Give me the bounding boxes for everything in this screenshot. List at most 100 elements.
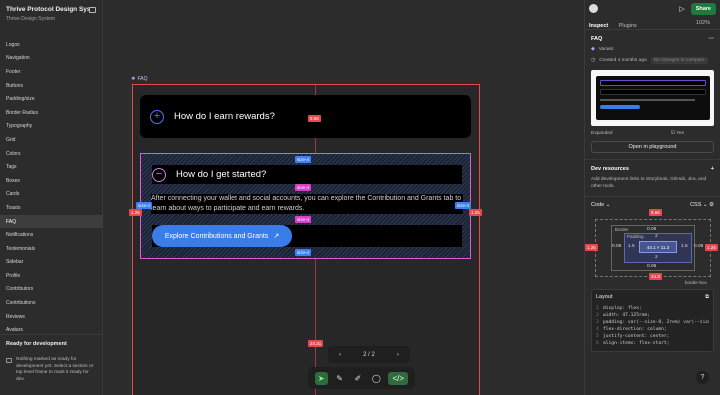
bottom-measure-tag: 24.31 xyxy=(308,340,324,347)
sidebar-item-footer[interactable]: Footer xyxy=(0,65,103,79)
box-model: 9.56 Border 0.06 Padding 2 44.1 × 11.3 1… xyxy=(585,209,718,285)
sidebar-item-navigation[interactable]: Navigation xyxy=(0,52,103,66)
created-row: ◷ Created 4 months ago No changes to com… xyxy=(591,57,714,64)
frame-label[interactable]: ❖ FAQ xyxy=(131,76,148,82)
header-actions: ▷ Share xyxy=(679,2,716,15)
code-line: 6 align-items: flex-start; xyxy=(596,340,709,347)
dev-mode-toggle-icon[interactable]: </> xyxy=(388,371,409,385)
open-playground-button[interactable]: Open in playground xyxy=(591,141,714,153)
component-name: FAQ xyxy=(591,36,603,42)
variant-pager: ‹ 2 / 2 › xyxy=(328,346,410,363)
right-measure-tag: 1.25 xyxy=(469,209,482,216)
sidebar-item-padding-size[interactable]: Padding/size xyxy=(0,92,103,106)
sidebar-item-testemonials[interactable]: Testemonials xyxy=(0,242,103,256)
pen-tool-icon[interactable]: ✎ xyxy=(333,372,346,385)
sidebar-item-border-radius[interactable]: Border Radius xyxy=(0,106,103,120)
preview-answer-line xyxy=(599,99,695,101)
line-number: 1 xyxy=(596,306,599,311)
left-measure-tag: 1.25 xyxy=(129,209,142,216)
sidebar-item-notifications[interactable]: Notifications xyxy=(0,228,103,242)
sidebar-item-sidebar[interactable]: Sidebar xyxy=(0,256,103,270)
component-icon: ❖ xyxy=(131,76,136,82)
panel-toggle-icon[interactable] xyxy=(89,6,96,13)
prev-icon[interactable]: ‹ xyxy=(339,352,341,358)
explore-button[interactable]: Explore Contributions and Grants ↗ xyxy=(152,225,292,247)
code-label[interactable]: Code ⌄ xyxy=(591,202,610,208)
variant-label: Variant xyxy=(598,47,614,52)
dev-resources-section: Dev resources + Add development links to… xyxy=(585,160,720,197)
next-icon[interactable]: › xyxy=(397,352,399,358)
copy-icon[interactable]: ⧉ xyxy=(705,294,709,301)
share-button[interactable]: Share xyxy=(690,2,716,15)
created-text: Created 4 months ago xyxy=(599,58,647,63)
plus-icon[interactable]: + xyxy=(150,109,164,124)
file-title[interactable]: Thrive Protocol Design Syst... xyxy=(6,6,89,13)
margin-right-value: 1.25 xyxy=(705,244,718,251)
border-right-value: 0.06 xyxy=(694,244,704,249)
sidebar-item-buttons[interactable]: Buttons xyxy=(0,79,103,93)
sidebar-item-reviews[interactable]: Reviews xyxy=(0,310,103,324)
border-bottom-value: 0.06 xyxy=(647,264,657,269)
pager-text: 2 / 2 xyxy=(363,351,375,358)
preview-question xyxy=(599,80,706,86)
size-tag-right: size-4 xyxy=(455,202,472,209)
sidebar-item-typography[interactable]: Typography xyxy=(0,120,103,134)
tab-list: Inspect Plugins xyxy=(589,14,643,32)
file-title-row: Thrive Protocol Design Syst... xyxy=(6,6,96,13)
size-tag-mid2: size-4 xyxy=(295,216,312,223)
sidebar-item-cards[interactable]: Cards xyxy=(0,188,103,202)
tab-inspect[interactable]: Inspect xyxy=(589,23,608,29)
sidebar-item-boxes[interactable]: Boxes xyxy=(0,174,103,188)
sidebar-item-contributions[interactable]: Contributions xyxy=(0,296,103,310)
sidebar-item-profile[interactable]: Profile xyxy=(0,269,103,283)
size-tag-bottom: size-4 xyxy=(295,249,312,256)
line-number: 5 xyxy=(596,334,599,339)
layout-code-section: Layout ⧉ 1 display: flex; 2 width: 47.125re… xyxy=(591,289,714,352)
compare-button[interactable]: No changes to compare xyxy=(650,57,708,64)
add-icon[interactable]: + xyxy=(711,166,714,172)
comment-tool-icon[interactable]: ◯ xyxy=(370,372,383,385)
more-icon[interactable]: ··· xyxy=(709,36,715,42)
code-line-text: padding: var(--size-8, 2rem) var(--size xyxy=(603,320,709,325)
zoom-level[interactable]: 102% xyxy=(696,20,710,26)
code-line: 3 padding: var(--size-8, 2rem) var(--size xyxy=(596,319,709,326)
sidebar-item-logos[interactable]: Logos xyxy=(0,38,103,52)
edit-tool-icon[interactable]: ✐ xyxy=(351,372,364,385)
code-line-text: justify-content: center; xyxy=(603,334,670,339)
sidebar-item-colors[interactable]: Colors xyxy=(0,147,103,161)
move-tool-icon[interactable]: ➤ xyxy=(314,371,328,385)
minus-icon[interactable]: − xyxy=(152,167,166,182)
right-panel: ▷ Share Inspect Plugins 102% FAQ ··· ◆ V… xyxy=(584,0,720,395)
file-subtitle: Thrive Design System xyxy=(6,16,55,22)
sidebar-item-tags[interactable]: Tags xyxy=(0,160,103,174)
padding-right-value: 1.5 xyxy=(681,244,688,249)
ready-for-dev-section: Ready for development Nothing marked as … xyxy=(0,334,103,389)
sidebar-item-contributors[interactable]: Contributors xyxy=(0,283,103,297)
avatar[interactable] xyxy=(589,4,598,13)
size-tag-mid1: size-4 xyxy=(295,184,312,191)
code-block[interactable]: 1 display: flex; 2 width: 47.125rem; 3 paddin… xyxy=(596,305,709,347)
css-select[interactable]: CSS ⌄ ⚙ xyxy=(690,202,714,208)
margin-bottom-value: 24.3 xyxy=(649,273,662,280)
sidebar-item-toasts[interactable]: Toasts xyxy=(0,201,103,215)
explore-button-label: Explore Contributions and Grants xyxy=(164,232,269,240)
content-box: 44.1 × 11.3 xyxy=(639,241,677,253)
expanded-property: Expanded ☑ Yes xyxy=(591,131,714,136)
preview-thumbnail xyxy=(595,76,710,120)
sidebar-item-faq[interactable]: FAQ xyxy=(0,214,103,229)
faq-item-expanded[interactable]: − How do I get started? After connecting… xyxy=(140,153,471,259)
settings-icon[interactable]: ⚙ xyxy=(709,202,714,208)
faq-item-collapsed[interactable]: + How do I earn rewards? xyxy=(140,95,471,138)
expanded-value: ☑ Yes xyxy=(671,131,684,136)
canvas[interactable]: ❖ FAQ + How do I earn rewards? 9.56 − Ho… xyxy=(103,0,584,395)
dev-resources-desc: Add development links to Storybook, GitH… xyxy=(591,177,707,189)
code-line: 2 width: 47.125rem; xyxy=(596,312,709,319)
tab-plugins[interactable]: Plugins xyxy=(619,23,637,29)
play-icon[interactable]: ▷ xyxy=(679,5,684,13)
help-button[interactable]: ? xyxy=(696,371,709,384)
cta-row: Explore Contributions and Grants ↗ xyxy=(152,225,462,247)
frame-label-text: FAQ xyxy=(137,76,148,82)
code-line: 4 flex-direction: column; xyxy=(596,326,709,333)
code-label-text: Code xyxy=(591,202,605,208)
sidebar-item-grid[interactable]: Grid xyxy=(0,133,103,147)
